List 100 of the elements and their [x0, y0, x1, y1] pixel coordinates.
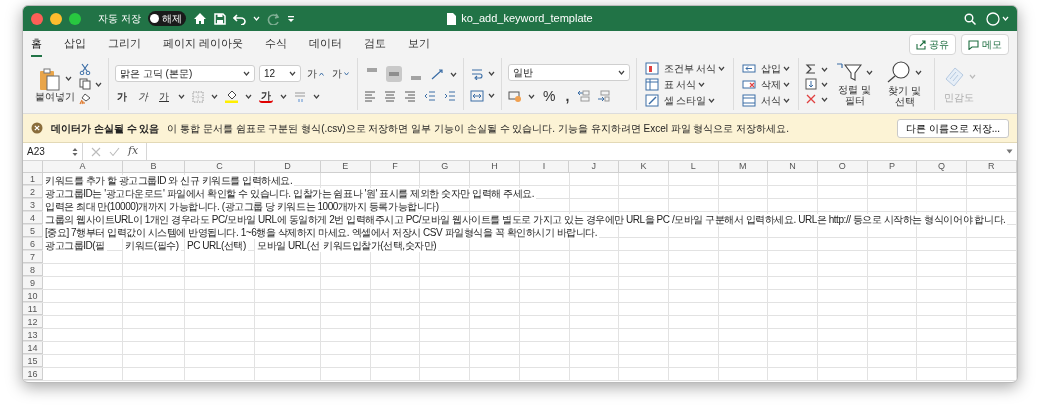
font-size-dropdown[interactable]: 12	[259, 65, 301, 82]
row-header[interactable]: 2	[23, 186, 43, 198]
autosum-icon[interactable]	[804, 63, 817, 75]
caret-icon[interactable]	[178, 94, 185, 99]
format-painter-icon[interactable]	[79, 93, 91, 105]
caret-icon[interactable]	[718, 65, 726, 71]
cut-icon[interactable]	[79, 63, 91, 75]
caret-icon[interactable]	[820, 81, 828, 87]
fill-color-icon[interactable]	[225, 90, 238, 103]
underline-button[interactable]: 가	[157, 91, 171, 102]
shrink-font-button[interactable]: 가	[330, 68, 351, 79]
caret-icon[interactable]	[618, 69, 625, 75]
fill-icon[interactable]	[804, 78, 817, 90]
caret-icon[interactable]	[708, 97, 716, 103]
delete-cells-button[interactable]: 삭제	[740, 77, 792, 91]
ribbon-tab[interactable]: 홈	[31, 32, 42, 57]
copy-icon[interactable]	[79, 78, 91, 90]
save-as-button[interactable]: 다른 이름으로 저장...	[897, 118, 1009, 138]
row-header[interactable]: 15	[23, 355, 43, 367]
caret-icon[interactable]	[782, 65, 790, 71]
font-color-button[interactable]: 가	[259, 90, 273, 103]
caret-icon[interactable]	[820, 96, 828, 102]
window-control[interactable]	[50, 12, 62, 25]
conditional-formatting-button[interactable]: 조건부 서식	[643, 61, 728, 75]
home-icon[interactable]	[192, 12, 207, 25]
format-as-table-button[interactable]: 표 서식	[643, 77, 728, 91]
row-header[interactable]: 14	[23, 342, 43, 354]
caret-icon[interactable]	[782, 97, 790, 103]
caret-icon[interactable]	[488, 70, 495, 76]
row-header[interactable]: 10	[23, 290, 43, 302]
comma-style-button[interactable]: ,	[563, 88, 572, 105]
caret-icon[interactable]	[280, 94, 287, 99]
delete-icon	[742, 77, 757, 91]
format-cells-button[interactable]: 서식	[740, 93, 792, 107]
find-select-button[interactable]: 찾기 및 선택	[881, 61, 928, 107]
increase-indent-icon[interactable]	[444, 90, 456, 102]
caret-icon[interactable]	[698, 81, 706, 87]
cell-styles-button[interactable]: 셀 스타일	[643, 93, 728, 107]
document-icon	[447, 12, 457, 25]
number-format-dropdown[interactable]: 일반	[508, 63, 630, 81]
window-control[interactable]	[69, 12, 81, 25]
clear-icon[interactable]	[804, 93, 817, 105]
row-header[interactable]: 12	[23, 316, 43, 328]
row-header[interactable]: 3	[23, 199, 43, 211]
insert-function-button[interactable]: fx	[128, 143, 139, 160]
cell-text: [중요] 7행부터 입력값이 시스템에 반영됩니다. 1~6행을 삭제하지 마세요. 엑셀에서 저장시 CSV 파일형식을 꼭 확인하시기 바랍니다.	[43, 227, 600, 239]
caret-icon[interactable]	[528, 94, 535, 99]
ribbon-tab[interactable]: 페이지 레이아웃	[163, 32, 244, 57]
ribbon-tab[interactable]: 수식	[265, 32, 288, 57]
row-header[interactable]: 8	[23, 264, 43, 276]
undo-icon[interactable]	[232, 12, 246, 25]
expand-icon[interactable]	[1006, 149, 1013, 154]
search-icon[interactable]	[963, 12, 976, 25]
caret-icon[interactable]	[866, 69, 874, 75]
caret-icon[interactable]	[782, 81, 790, 87]
orientation-icon[interactable]	[430, 68, 444, 80]
ribbon-tab[interactable]: 검토	[364, 32, 387, 57]
row-header[interactable]: 7	[23, 251, 43, 263]
bold-button[interactable]: 가	[115, 91, 129, 102]
caret-icon[interactable]	[64, 76, 72, 81]
merge-cells-icon[interactable]	[470, 89, 484, 102]
row-header[interactable]: 1	[23, 173, 43, 185]
row-header[interactable]: 16	[23, 368, 43, 380]
sort-filter-button[interactable]: 정렬 및 필터	[831, 62, 878, 106]
caret-icon[interactable]	[915, 69, 923, 75]
row-header[interactable]: 13	[23, 329, 43, 341]
autosave-toggle[interactable]: 해제	[147, 11, 186, 26]
ribbon-tab[interactable]: 그리기	[108, 32, 141, 57]
decrease-indent-icon[interactable]	[424, 90, 436, 102]
row-header[interactable]: 5	[23, 225, 43, 237]
autosave-label: 자동 저장	[98, 12, 141, 26]
name-box[interactable]: A23	[23, 143, 83, 160]
customize-icon[interactable]	[286, 14, 295, 23]
row-header[interactable]: 4	[23, 212, 43, 224]
caret-icon[interactable]	[820, 66, 828, 72]
ribbon-tab[interactable]: 삽입	[64, 32, 86, 57]
caret-icon[interactable]	[243, 71, 250, 76]
font-name-dropdown[interactable]: 맑은 고딕 (본문)	[115, 65, 255, 82]
caret-icon[interactable]	[450, 71, 457, 77]
italic-button[interactable]: 가	[136, 91, 150, 102]
save-icon[interactable]	[213, 12, 226, 25]
insert-cells-button[interactable]: 삽입	[740, 61, 792, 75]
caret-icon[interactable]	[211, 94, 218, 99]
row-header[interactable]: 11	[23, 303, 43, 315]
caret-icon[interactable]	[289, 71, 296, 76]
ribbon-tab[interactable]: 데이터	[309, 32, 343, 57]
comment-button[interactable]: 메모	[961, 34, 1009, 55]
caret-icon[interactable]	[245, 94, 252, 99]
account-icon[interactable]	[985, 11, 1000, 26]
paste-label[interactable]: 붙여넣기	[35, 90, 75, 102]
caret-icon[interactable]	[313, 94, 320, 99]
grow-font-button[interactable]: 가	[305, 68, 326, 79]
caret-icon[interactable]	[488, 93, 495, 98]
ribbon-tab[interactable]: 보기	[408, 32, 431, 57]
percent-style-button[interactable]: %	[541, 88, 558, 105]
row-header[interactable]: 9	[23, 277, 43, 289]
share-button[interactable]: 공유	[909, 34, 956, 55]
wrap-text-icon[interactable]	[470, 66, 484, 80]
caret-icon[interactable]	[95, 81, 102, 87]
row-header[interactable]: 6	[23, 238, 43, 250]
